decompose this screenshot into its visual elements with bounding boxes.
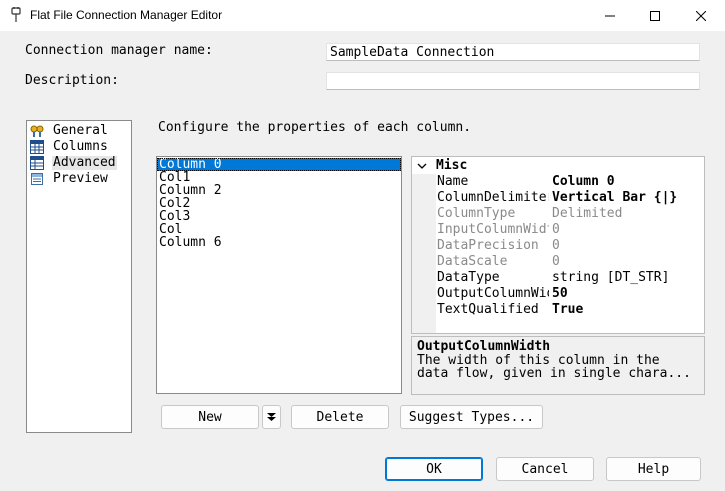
property-row[interactable]: OutputColumnWidth 50: [436, 286, 704, 302]
new-button[interactable]: New: [161, 405, 259, 429]
property-name: DataType: [437, 271, 500, 285]
property-gutter: [412, 174, 436, 333]
cancel-button[interactable]: Cancel: [496, 457, 594, 481]
property-value: 0: [552, 254, 560, 269]
property-row[interactable]: DataPrecision 0: [436, 238, 704, 254]
chevron-down-icon: [417, 163, 427, 169]
columns-icon: [30, 140, 44, 154]
maximize-icon: [650, 10, 660, 21]
window-title: Flat File Connection Manager Editor: [30, 8, 223, 22]
ok-button[interactable]: OK: [385, 457, 483, 481]
advanced-icon: [30, 156, 44, 170]
property-name: DataScale: [437, 255, 508, 269]
property-row[interactable]: ColumnDelimiter Vertical Bar {|}: [436, 190, 704, 206]
property-row[interactable]: DataScale 0: [436, 254, 704, 270]
list-item[interactable]: Col2: [157, 197, 401, 210]
help-button[interactable]: Help: [606, 457, 701, 481]
minimize-icon: [605, 15, 615, 16]
property-value[interactable]: Vertical Bar {|}: [552, 191, 677, 205]
column-list[interactable]: Column 0 Col1 Column 2 Col2 Col3 Col Col…: [156, 156, 402, 394]
property-name: ColumnDelimiter: [437, 191, 549, 205]
nav-item-label: Preview: [53, 171, 108, 186]
property-row[interactable]: Name Column 0: [436, 174, 704, 190]
maximize-button[interactable]: [632, 0, 678, 31]
property-row[interactable]: ColumnType Delimited: [436, 206, 704, 222]
property-name: TextQualified: [437, 303, 539, 317]
property-description: OutputColumnWidth The width of this colu…: [411, 336, 705, 395]
property-value[interactable]: string [DT_STR]: [552, 271, 669, 285]
property-name: OutputColumnWidth: [437, 287, 549, 301]
double-chevron-down-icon: [267, 413, 276, 421]
connection-name-label: Connection manager name:: [25, 43, 213, 58]
preview-icon: [31, 173, 43, 185]
property-value: 0: [552, 222, 560, 237]
app-plug-icon: [11, 7, 21, 22]
title-bar: Flat File Connection Manager Editor: [0, 0, 725, 31]
nav-item-advanced[interactable]: Advanced: [30, 155, 117, 171]
close-icon: [696, 10, 706, 21]
list-item[interactable]: Column 0: [157, 158, 401, 171]
delete-button[interactable]: Delete: [291, 405, 389, 429]
list-item[interactable]: Col3: [157, 210, 401, 223]
connection-name-field[interactable]: SampleData Connection: [326, 43, 700, 61]
nav-item-label: General: [53, 123, 108, 138]
new-dropdown-button[interactable]: [262, 405, 281, 429]
category-misc[interactable]: Misc: [412, 158, 704, 174]
close-button[interactable]: [678, 0, 724, 31]
nav-item-general[interactable]: General: [30, 123, 109, 139]
instruction-text: Configure the properties of each column.: [158, 120, 472, 135]
description-field[interactable]: [326, 72, 700, 90]
nav-item-label: Advanced: [52, 155, 117, 170]
property-name: DataPrecision: [437, 239, 539, 253]
property-grid[interactable]: Misc Name Column 0 ColumnDelimiter Verti…: [411, 156, 705, 334]
property-name: Name: [437, 175, 469, 189]
category-label: Misc: [436, 158, 468, 173]
nav-item-label: Columns: [53, 139, 108, 154]
property-name: ColumnType: [437, 207, 516, 221]
nav-item-columns[interactable]: Columns: [30, 139, 109, 155]
minimize-button[interactable]: [587, 0, 633, 31]
description-title: OutputColumnWidth: [417, 339, 551, 354]
property-value[interactable]: True: [552, 303, 583, 317]
list-item[interactable]: Column 2: [157, 184, 401, 197]
general-icon: [30, 125, 44, 137]
page-nav: General Columns Advanced Preview: [26, 120, 132, 433]
property-value[interactable]: Column 0: [552, 175, 615, 189]
suggest-types-button[interactable]: Suggest Types...: [400, 405, 543, 429]
property-name: InputColumnWidth: [437, 223, 549, 237]
list-item[interactable]: Column 6: [157, 236, 401, 249]
nav-item-preview[interactable]: Preview: [30, 171, 109, 187]
property-row[interactable]: InputColumnWidth 0: [436, 222, 704, 238]
property-value: Delimited: [552, 206, 623, 221]
description-label: Description:: [25, 73, 119, 88]
description-line: data flow, given in single chara...: [417, 366, 691, 381]
property-value: 0: [552, 238, 560, 253]
property-row[interactable]: TextQualified True: [436, 302, 704, 318]
property-value[interactable]: 50: [552, 287, 568, 301]
property-row[interactable]: DataType string [DT_STR]: [436, 270, 704, 286]
